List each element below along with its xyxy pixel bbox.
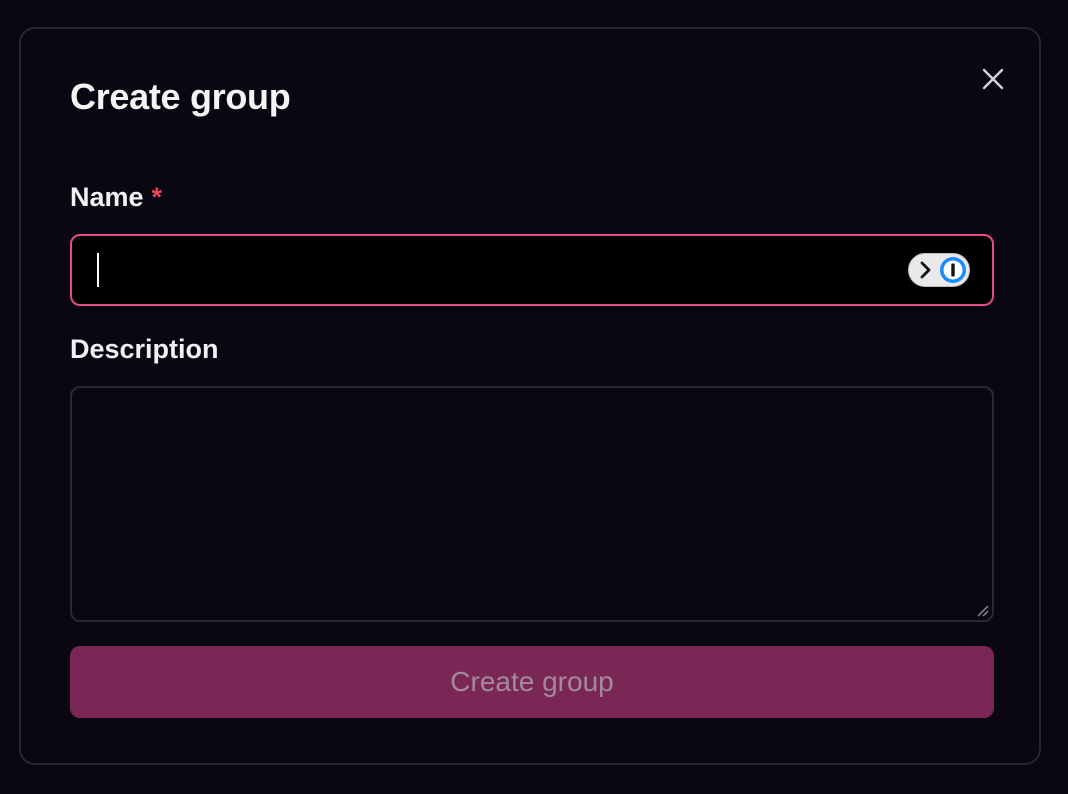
create-group-button[interactable]: Create group: [70, 646, 994, 718]
password-manager-button[interactable]: [908, 253, 970, 287]
close-icon: [982, 68, 1004, 90]
name-label-text: Name: [70, 182, 144, 212]
name-input[interactable]: [72, 236, 992, 304]
name-field-container: [70, 234, 994, 306]
chevron-right-icon: [920, 261, 931, 279]
resize-handle-icon[interactable]: [976, 604, 990, 618]
description-textarea[interactable]: [72, 388, 992, 620]
close-button[interactable]: [977, 63, 1009, 95]
required-asterisk: *: [151, 182, 163, 212]
dialog-title: Create group: [70, 76, 291, 117]
text-caret: [97, 253, 99, 287]
create-group-dialog: Create group Name * Description Create g…: [19, 27, 1041, 765]
name-label: Name *: [70, 179, 162, 215]
password-manager-icon: [940, 257, 966, 283]
description-field-container: [70, 386, 994, 622]
description-label: Description: [70, 334, 219, 364]
